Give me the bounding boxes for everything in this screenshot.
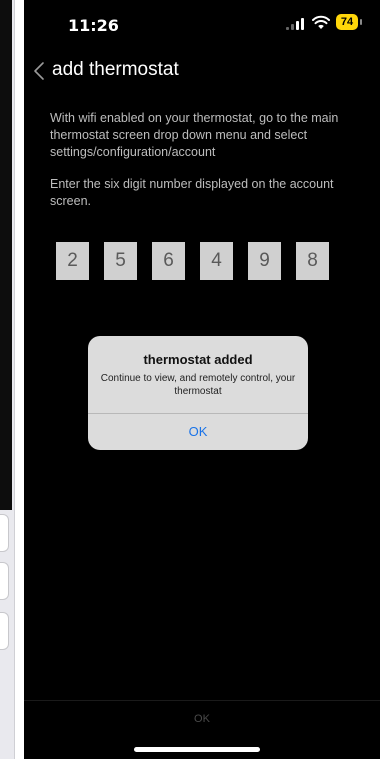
battery-icon: 74: [336, 14, 364, 30]
navigation-bar: add thermostat: [24, 56, 380, 88]
battery-level: 74: [336, 14, 358, 30]
code-instructions-text: Enter the six digit number displayed on …: [50, 177, 334, 208]
previous-screen-tile: [0, 562, 9, 600]
code-digit-box[interactable]: 4: [200, 242, 233, 280]
alert-ok-button[interactable]: OK: [88, 414, 308, 450]
bottom-ok-button[interactable]: OK: [24, 713, 380, 725]
previous-screen-tile: [0, 612, 9, 650]
status-time: 11:26: [68, 16, 119, 35]
code-digit-box[interactable]: 8: [296, 242, 329, 280]
previous-screen-edge: [0, 0, 15, 759]
signal-icon: [286, 18, 306, 30]
code-digit-box[interactable]: 9: [248, 242, 281, 280]
alert-title: thermostat added: [143, 352, 253, 367]
instructions-text: With wifi enabled on your thermostat, go…: [50, 111, 339, 159]
page-title: add thermostat: [52, 59, 179, 80]
status-bar: 11:26 74: [24, 0, 380, 46]
code-input-row: 2 5 6 4 9 8: [56, 242, 346, 282]
code-digit-box[interactable]: 5: [104, 242, 137, 280]
alert-message: Continue to view, and remotely control, …: [100, 373, 296, 397]
wifi-icon: [312, 15, 330, 29]
previous-screen-dark-area: [0, 0, 12, 510]
thermostat-added-alert: thermostat added Continue to view, and r…: [88, 336, 308, 450]
home-indicator[interactable]: [134, 747, 260, 752]
previous-screen-tile: [0, 514, 9, 552]
add-thermostat-screen: 11:26 74 add thermostat With wifi enable…: [24, 0, 380, 759]
bottom-bar: OK: [24, 700, 380, 741]
chevron-left-icon[interactable]: [32, 60, 46, 82]
code-digit-box[interactable]: 6: [152, 242, 185, 280]
code-digit-box[interactable]: 2: [56, 242, 89, 280]
